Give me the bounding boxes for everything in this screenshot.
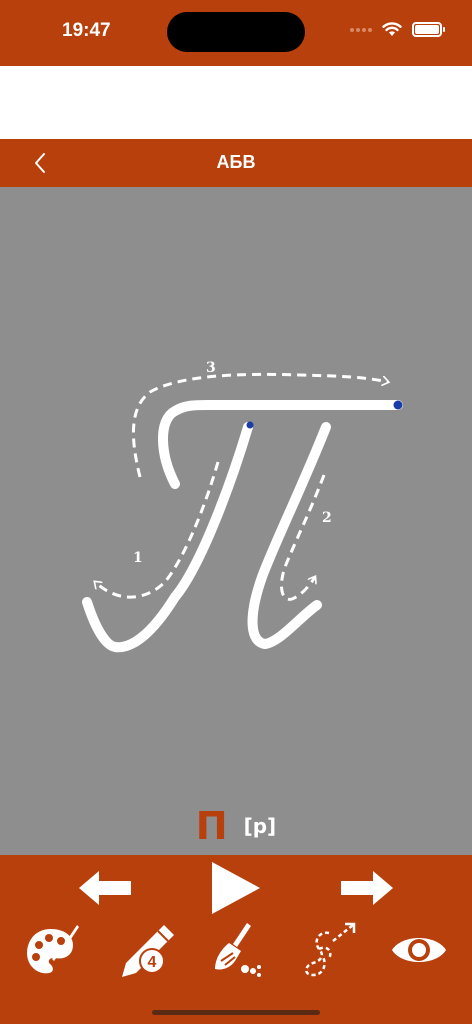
pencil-badge: 4	[148, 954, 157, 971]
navigation-bar: АБВ	[0, 139, 472, 187]
play-icon	[212, 862, 260, 914]
stroke-number-2: 2	[322, 510, 332, 526]
start-dot-1	[246, 421, 254, 429]
palette-icon	[27, 925, 79, 974]
stroke-number-1: 1	[133, 550, 143, 566]
letter-glyph: П	[195, 804, 228, 848]
dynamic-island	[167, 12, 305, 52]
show-letter-button[interactable]	[386, 925, 452, 975]
play-button[interactable]	[204, 859, 266, 917]
status-time: 19:47	[62, 20, 111, 41]
signal-icon	[350, 27, 372, 32]
letter-tracing-svg: 1 2 3	[82, 360, 403, 653]
battery-icon	[412, 22, 445, 37]
status-icons	[350, 22, 445, 37]
arrow-right-icon	[341, 871, 393, 905]
pencil-button[interactable]: 4	[112, 921, 182, 981]
trace-path-icon	[305, 922, 356, 977]
eye-icon	[392, 938, 446, 962]
trace-mode-button[interactable]	[296, 919, 362, 981]
wifi-icon	[382, 22, 402, 36]
status-bar: 19:47	[0, 0, 472, 66]
stroke-number-3: 3	[206, 360, 216, 376]
previous-letter-button[interactable]	[74, 867, 136, 909]
next-letter-button[interactable]	[336, 867, 398, 909]
banner-area	[0, 66, 472, 139]
tracing-canvas[interactable]: 1 2 3 П [p]	[0, 187, 472, 855]
broom-icon	[215, 923, 261, 977]
letter-info: П [p]	[0, 807, 472, 845]
letter-stroke-2	[247, 422, 331, 650]
guide-arrow-1	[95, 461, 220, 599]
clear-button[interactable]	[204, 919, 270, 981]
guide-arrow-3	[131, 372, 388, 478]
letter-phonetic: [p]	[243, 814, 277, 838]
bottom-toolbar: 4	[0, 855, 472, 1024]
start-dot-3	[393, 400, 403, 410]
arrow-left-icon	[79, 871, 131, 905]
color-palette-button[interactable]	[20, 921, 86, 981]
page-title: АБВ	[216, 152, 256, 172]
pencil-icon: 4	[122, 925, 174, 977]
home-indicator	[152, 1010, 320, 1015]
letter-stroke-3	[158, 400, 403, 489]
